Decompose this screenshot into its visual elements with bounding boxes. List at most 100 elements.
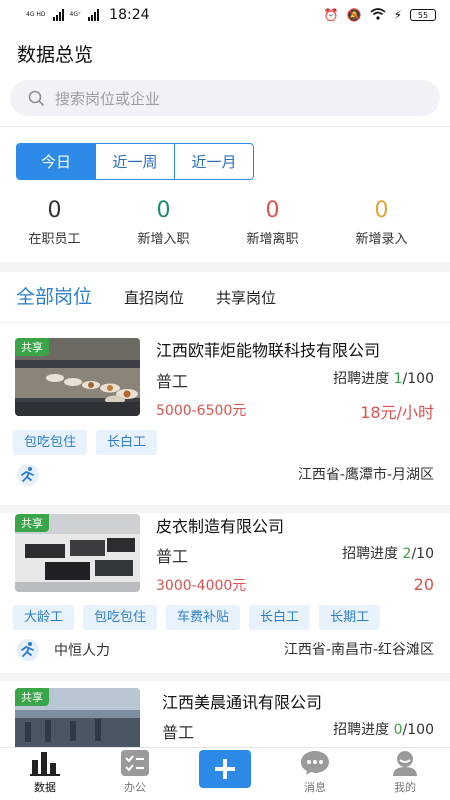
- job-card[interactable]: 共享 江西欧菲炬能物联科技有限公司 普工 招聘进度 1/100 5000-650…: [0, 323, 450, 505]
- job-title: 普工: [162, 723, 195, 742]
- recruit-progress: 招聘进度 2/10: [342, 543, 434, 563]
- card-separator: [0, 673, 450, 681]
- nav-messages[interactable]: 消息: [270, 748, 360, 800]
- progress-total: /10: [411, 546, 434, 562]
- alarm-icon: ⏰: [323, 8, 339, 22]
- nav-data[interactable]: 数据: [0, 748, 90, 800]
- page-title: 数据总览: [17, 44, 94, 66]
- network-label-1: 4G HD: [26, 11, 46, 18]
- nav-label: 我的: [394, 781, 416, 794]
- job-tag: 包吃包住: [83, 605, 158, 630]
- stat-new-hires[interactable]: 0 新增入职: [109, 198, 218, 247]
- runner-icon: [17, 639, 39, 661]
- status-bar: 4G HD 4G⁺ 18:24 ⏰ 🔕 ⚡ 55: [0, 0, 450, 30]
- stat-label: 新增入职: [137, 232, 190, 247]
- agency-name: 中恒人力: [54, 643, 110, 659]
- search-icon: [28, 90, 45, 106]
- salary-range: 3000-4000元: [156, 578, 247, 594]
- stat-new-entries[interactable]: 0 新增录入: [327, 198, 436, 247]
- stat-new-departures[interactable]: 0 新增离职: [218, 198, 327, 247]
- job-thumbnail: 共享: [15, 688, 140, 747]
- job-title: 普工: [156, 547, 189, 566]
- company-name: 江西美晨通讯有限公司: [162, 693, 323, 712]
- job-tags: 包吃包住 长白工: [13, 430, 158, 455]
- recruit-progress: 招聘进度 0/100: [333, 719, 434, 739]
- job-card[interactable]: 共享 皮衣制造有限公司 普工 招聘进度 2/10 3000-4000元 20 大…: [0, 513, 450, 673]
- share-badge: 共享: [15, 688, 49, 706]
- user-icon: [393, 751, 417, 776]
- search-bar[interactable]: 搜索岗位或企业: [10, 80, 440, 116]
- hourly-rate: 18元/小时: [360, 403, 434, 422]
- chat-bubble-icon: [301, 751, 329, 775]
- network-label-2: 4G⁺: [69, 11, 82, 18]
- nav-office[interactable]: 办公: [90, 748, 180, 800]
- stat-label: 新增离职: [246, 232, 299, 247]
- checklist-icon: [121, 750, 149, 776]
- job-tag: 车费补贴: [166, 605, 241, 630]
- stat-label: 在职员工: [28, 232, 81, 247]
- share-badge: 共享: [15, 338, 49, 356]
- job-tag: 长期工: [319, 605, 381, 630]
- divider: [0, 126, 450, 127]
- battery-icon: 55: [410, 9, 436, 21]
- job-tag: 长白工: [96, 430, 158, 455]
- stat-value: 0: [156, 198, 171, 223]
- card-separator: [0, 505, 450, 513]
- tab-last-month[interactable]: 近一月: [175, 144, 253, 179]
- nav-label: 办公: [124, 781, 146, 794]
- tab-last-week[interactable]: 近一周: [96, 144, 175, 179]
- progress-label: 招聘进度: [342, 546, 399, 562]
- share-badge: 共享: [15, 514, 49, 532]
- job-tabs: 全部岗位 直招岗位 共享岗位: [16, 282, 308, 309]
- job-tag: 大龄工: [13, 605, 75, 630]
- progress-total: /100: [402, 371, 434, 387]
- tab-today[interactable]: 今日: [17, 144, 96, 179]
- bar-chart-icon: [30, 752, 60, 776]
- add-button[interactable]: [199, 750, 251, 788]
- progress-current: 1: [393, 371, 403, 387]
- nav-label: 数据: [34, 781, 56, 794]
- signal-icon: [52, 9, 64, 21]
- agency: 中恒人力: [16, 639, 110, 661]
- search-placeholder: 搜索岗位或企业: [55, 89, 161, 108]
- status-left: 4G HD 4G⁺ 18:24: [26, 7, 150, 23]
- job-location: 江西省-鹰潭市-月湖区: [297, 467, 434, 483]
- charging-icon: ⚡: [393, 8, 402, 22]
- period-segmented-control: 今日 近一周 近一月: [16, 143, 254, 180]
- nav-label: 消息: [304, 781, 326, 794]
- job-title: 普工: [156, 372, 189, 391]
- stat-value: 0: [374, 198, 389, 223]
- mute-icon: 🔕: [346, 8, 362, 22]
- job-thumbnail: 共享: [15, 338, 140, 416]
- hourly-rate: 20: [413, 575, 434, 594]
- section-gap: [0, 262, 450, 272]
- plus-icon: [215, 759, 235, 779]
- stat-value: 0: [47, 198, 62, 223]
- stat-label: 新增录入: [355, 232, 408, 247]
- tab-shared-jobs[interactable]: 共享岗位: [216, 287, 276, 308]
- job-thumbnail: 共享: [15, 514, 140, 592]
- progress-total: /100: [402, 722, 434, 738]
- signal-icon-2: [88, 9, 100, 21]
- status-right: ⏰ 🔕 ⚡ 55: [323, 7, 436, 23]
- runner-icon: [17, 464, 39, 486]
- job-card[interactable]: 共享 江西美晨通讯有限公司 普工 招聘进度 0/100: [0, 681, 450, 747]
- company-name: 皮衣制造有限公司: [156, 517, 285, 536]
- job-tag: 长白工: [249, 605, 311, 630]
- status-time: 18:24: [109, 7, 150, 23]
- stat-employees[interactable]: 0 在职员工: [0, 198, 109, 247]
- tab-all-jobs[interactable]: 全部岗位: [16, 282, 92, 309]
- progress-label: 招聘进度: [333, 371, 390, 387]
- job-location: 江西省-南昌市-红谷滩区: [283, 642, 434, 658]
- nav-profile[interactable]: 我的: [360, 748, 450, 800]
- bottom-nav: 数据 办公 消息 我的: [0, 747, 450, 800]
- progress-current: 0: [393, 722, 403, 738]
- stat-value: 0: [265, 198, 280, 223]
- job-tag: 包吃包住: [13, 430, 88, 455]
- wifi-icon: [370, 7, 386, 23]
- recruit-progress: 招聘进度 1/100: [333, 368, 434, 388]
- tab-direct-jobs[interactable]: 直招岗位: [124, 287, 184, 308]
- nav-add[interactable]: [180, 748, 270, 800]
- job-tags: 大龄工 包吃包住 车费补贴 长白工 长期工: [13, 605, 381, 630]
- company-name: 江西欧菲炬能物联科技有限公司: [156, 341, 381, 360]
